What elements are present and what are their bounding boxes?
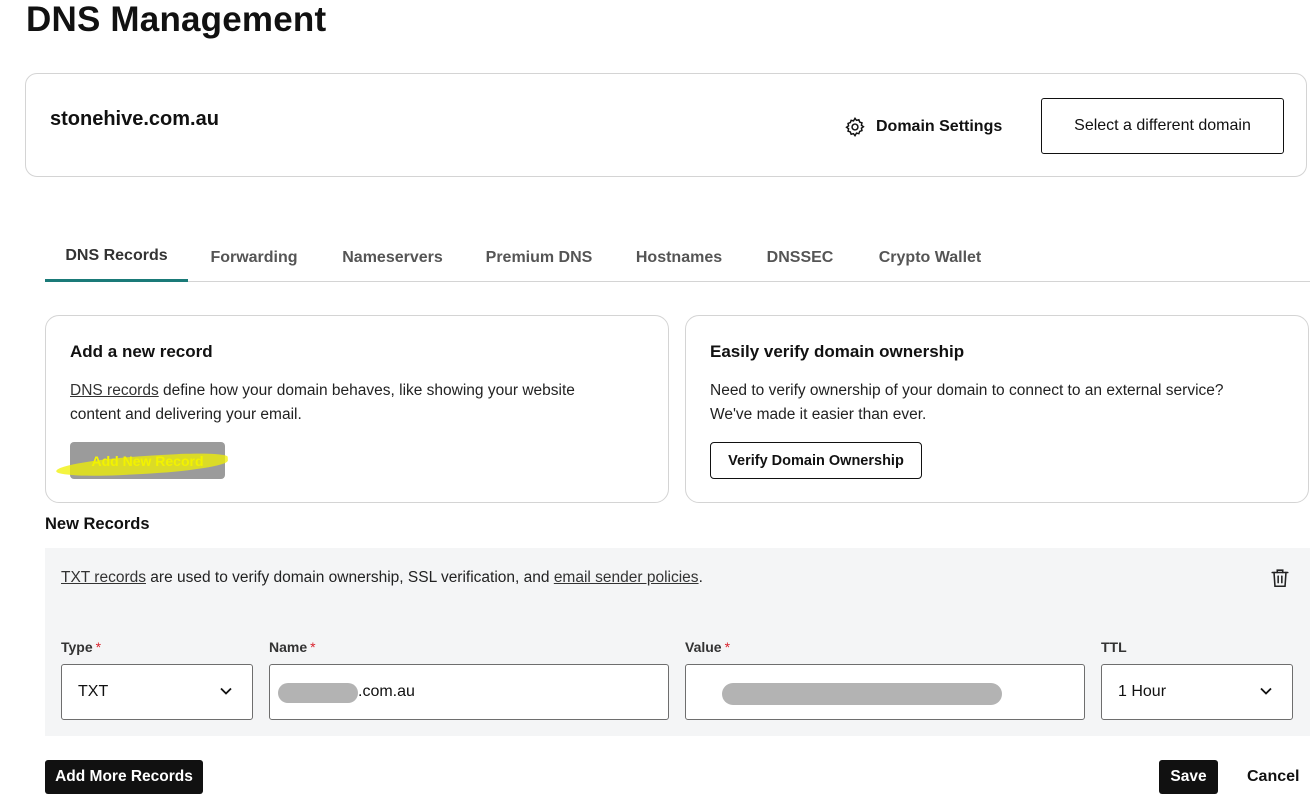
tab-dns-records[interactable]: DNS Records xyxy=(45,235,188,282)
type-select[interactable]: TXT xyxy=(61,664,253,720)
redacted-text xyxy=(722,683,1002,705)
domain-name: stonehive.com.au xyxy=(50,108,219,130)
chevron-down-icon xyxy=(1258,683,1274,704)
verify-ownership-title: Easily verify domain ownership xyxy=(710,342,965,361)
new-record-panel: TXT records are used to verify domain ow… xyxy=(45,548,1310,736)
save-button[interactable]: Save xyxy=(1159,760,1218,794)
txt-record-info: TXT records are used to verify domain ow… xyxy=(61,569,703,587)
add-new-record-button[interactable]: Add New Record xyxy=(70,442,225,479)
ttl-select[interactable]: 1 Hour xyxy=(1101,664,1293,720)
verify-text-line2: We've made it easier than ever. xyxy=(710,406,927,423)
type-label-text: Type xyxy=(61,639,93,655)
domain-settings-label: Domain Settings xyxy=(876,118,1003,135)
name-input[interactable]: .com.au xyxy=(269,664,669,720)
new-records-heading: New Records xyxy=(45,515,150,533)
value-required-mark: * xyxy=(724,639,731,655)
add-record-description: DNS records define how your domain behav… xyxy=(70,379,575,427)
tab-premium-dns[interactable]: Premium DNS xyxy=(479,235,599,281)
gear-icon xyxy=(844,116,866,138)
select-different-domain-button[interactable]: Select a different domain xyxy=(1041,98,1284,154)
dns-tabs: DNS Records Forwarding Nameservers Premi… xyxy=(45,235,1310,282)
name-label-text: Name xyxy=(269,639,308,655)
email-sender-policies-link[interactable]: email sender policies xyxy=(554,569,699,586)
add-record-card: Add a new record DNS records define how … xyxy=(45,315,669,503)
txt-records-link[interactable]: TXT records xyxy=(61,569,146,586)
verify-ownership-description: Need to verify ownership of your domain … xyxy=(710,379,1224,427)
ttl-value: 1 Hour xyxy=(1118,683,1167,700)
page-title: DNS Management xyxy=(26,0,327,39)
name-required-mark: * xyxy=(310,639,316,655)
txt-info-end: . xyxy=(698,569,703,586)
cancel-button[interactable]: Cancel xyxy=(1247,768,1299,786)
name-value-suffix: .com.au xyxy=(358,683,415,700)
verify-text-line1: Need to verify ownership of your domain … xyxy=(710,382,1224,399)
dns-management-page: DNS Management stonehive.com.au Domain S… xyxy=(0,0,1310,795)
add-record-title: Add a new record xyxy=(70,342,213,361)
add-record-text-line2: content and delivering your email. xyxy=(70,406,302,423)
value-input[interactable] xyxy=(685,664,1085,720)
type-value: TXT xyxy=(78,683,109,700)
chevron-down-icon xyxy=(218,683,234,704)
dns-records-link[interactable]: DNS records xyxy=(70,382,159,399)
tab-hostnames[interactable]: Hostnames xyxy=(629,235,729,281)
type-required-mark: * xyxy=(95,639,102,655)
verify-domain-ownership-button[interactable]: Verify Domain Ownership xyxy=(710,442,922,479)
trash-icon[interactable] xyxy=(1269,567,1291,589)
ttl-label: TTL xyxy=(1101,639,1127,655)
domain-header-card: stonehive.com.au Domain Settings Select … xyxy=(25,73,1307,177)
value-label-text: Value xyxy=(685,639,722,655)
txt-info-text: are used to verify domain ownership, SSL… xyxy=(146,569,554,586)
tab-crypto-wallet[interactable]: Crypto Wallet xyxy=(871,235,989,281)
redacted-text xyxy=(278,683,358,703)
tab-forwarding[interactable]: Forwarding xyxy=(203,235,305,281)
domain-settings-link[interactable]: Domain Settings xyxy=(844,116,1002,138)
verify-ownership-card: Easily verify domain ownership Need to v… xyxy=(685,315,1309,503)
value-label: Value * xyxy=(685,639,730,655)
name-label: Name * xyxy=(269,639,316,655)
add-more-records-button[interactable]: Add More Records xyxy=(45,760,203,794)
tab-dnssec[interactable]: DNSSEC xyxy=(760,235,840,281)
add-record-text: define how your domain behaves, like sho… xyxy=(158,382,575,399)
type-label: Type * xyxy=(61,639,101,655)
tab-nameservers[interactable]: Nameservers xyxy=(335,235,450,281)
